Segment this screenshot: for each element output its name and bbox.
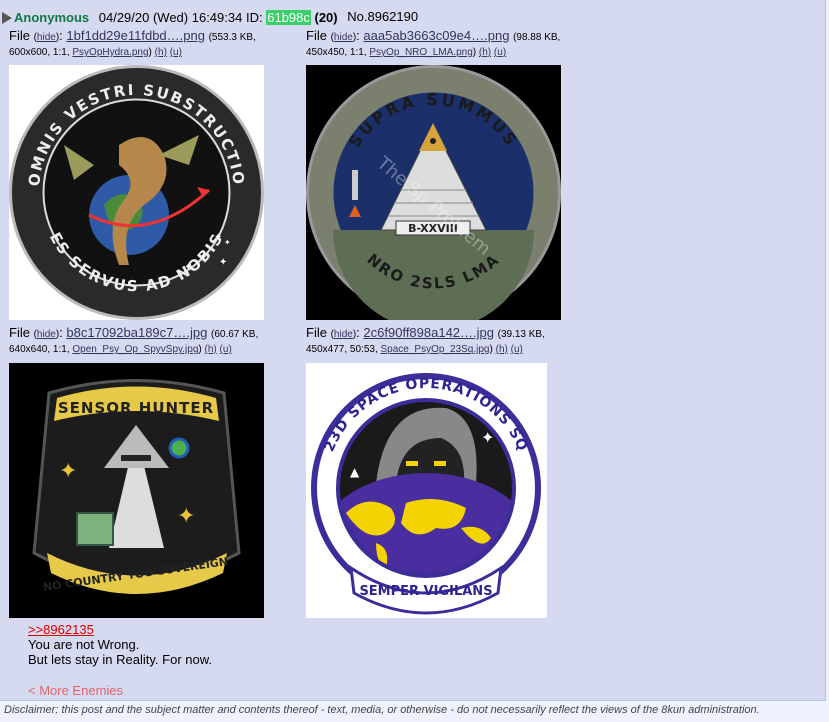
post-body: >>8962135 You are not Wrong. But lets st…	[28, 622, 212, 667]
svg-text:▲: ▲	[350, 465, 360, 479]
original-filename-link[interactable]: Open_Psy_Op_SpyvSpy.jpg	[72, 344, 198, 355]
post-intro: Anonymous 04/29/20 (Wed) 16:49:34 ID: 61…	[2, 9, 418, 27]
file-name-link[interactable]: 2c6f90ff898a142….jpg	[363, 325, 494, 340]
u-link[interactable]: (u)	[494, 47, 506, 58]
sensor-patch-top-text: SENSOR HUNTER	[58, 399, 214, 417]
file-size: (39.13 KB,	[497, 329, 545, 340]
h-link[interactable]: (h)	[205, 344, 217, 355]
post-container: Anonymous 04/29/20 (Wed) 16:49:34 ID: 61…	[0, 0, 826, 701]
file-label: File	[306, 325, 327, 340]
h-link[interactable]: (h)	[479, 47, 491, 58]
u-link[interactable]: (u)	[220, 344, 232, 355]
svg-text:✦: ✦	[59, 459, 77, 484]
thumbnail-hydra-patch[interactable]: OMNIS VESTRI SUBSTRUCTIO ES SERVUS AD NO…	[9, 65, 264, 320]
more-enemies-link[interactable]: < More Enemies	[28, 683, 123, 698]
file-label: File	[306, 28, 327, 43]
post-menu-triangle-icon[interactable]	[2, 11, 12, 24]
file-name-link[interactable]: b8c17092ba189c7….jpg	[66, 325, 207, 340]
u-link[interactable]: (u)	[170, 47, 182, 58]
poster-id[interactable]: 61b98c	[266, 10, 311, 26]
file-label: File	[9, 28, 30, 43]
svg-text:✦: ✦	[224, 238, 231, 247]
hide-link[interactable]: hide	[334, 32, 353, 43]
id-label: ID:	[245, 10, 263, 26]
file-block-4: File (hide): 2c6f90ff898a142….jpg (39.13…	[306, 325, 545, 355]
poster-name: Anonymous	[14, 10, 90, 26]
file-block-3: File (hide): b8c17092ba189c7….jpg (60.67…	[9, 325, 259, 355]
reply-quote-link[interactable]: >>8962135	[28, 622, 94, 637]
original-filename-link[interactable]: Space_PsyOp_23Sq.jpg	[381, 344, 490, 355]
svg-text:✦: ✦	[199, 252, 207, 263]
post-text-line-1: You are not Wrong.	[28, 637, 140, 652]
reply-count[interactable]: (20)	[315, 10, 338, 25]
post-number-link[interactable]: No.8962190	[347, 9, 418, 24]
file-dims: 600x600, 1:1,	[9, 47, 70, 58]
file-block-1: File (hide): 1bf1dd29e11fdbd….png (553.3…	[9, 28, 256, 58]
space-patch-bottom-text: SEMPER VIGILANS	[359, 584, 492, 599]
hide-link[interactable]: hide	[37, 329, 56, 340]
h-link[interactable]: (h)	[155, 47, 167, 58]
hide-link[interactable]: hide	[37, 32, 56, 43]
file-dims: 450x477, 50:53,	[306, 344, 378, 355]
thumbnail-nro-patch[interactable]: SUPRA SUMMUS NRO 2SLS LMA B-XXVIII The S…	[306, 65, 561, 320]
file-dims: 640x640, 1:1,	[9, 344, 70, 355]
svg-text:✦: ✦	[184, 262, 192, 273]
file-size: (553.3 KB,	[208, 32, 256, 43]
h-link[interactable]: (h)	[496, 344, 508, 355]
file-size: (60.67 KB,	[210, 329, 259, 340]
file-name-link[interactable]: 1bf1dd29e11fdbd….png	[66, 28, 205, 43]
original-filename-link[interactable]: PsyOp_NRO_LMA.png	[369, 47, 472, 58]
file-label: File	[9, 325, 30, 340]
file-size: (98.88 KB,	[513, 32, 561, 43]
svg-text:✦: ✦	[481, 428, 494, 447]
original-filename-link[interactable]: PsyOpHydra.png	[72, 47, 148, 58]
post-datetime: 04/29/20 (Wed) 16:49:34	[98, 10, 243, 26]
u-link[interactable]: (u)	[511, 344, 523, 355]
thumbnail-sensor-hunter-patch[interactable]: SENSOR HUNTER NO COUNTRY TOO SOVEREIGN ✦…	[9, 363, 264, 618]
post-text-line-2: But lets stay in Reality. For now.	[28, 652, 212, 667]
file-name-link[interactable]: aaa5ab3663c09e4….png	[363, 28, 509, 43]
disclaimer-text: Disclaimer: this post and the subject ma…	[4, 704, 760, 716]
file-block-2: File (hide): aaa5ab3663c09e4….png (98.88…	[306, 28, 561, 58]
svg-text:✦: ✦	[177, 504, 195, 529]
hide-link[interactable]: hide	[334, 329, 353, 340]
thumbnail-23d-space-ops-patch[interactable]: 23D SPACE OPERATIONS SQ ▲ ✦ SEMPER VIGIL…	[306, 363, 547, 618]
svg-text:✦: ✦	[219, 257, 227, 268]
file-dims: 450x450, 1:1,	[306, 47, 367, 58]
svg-text:✦: ✦	[214, 232, 222, 243]
